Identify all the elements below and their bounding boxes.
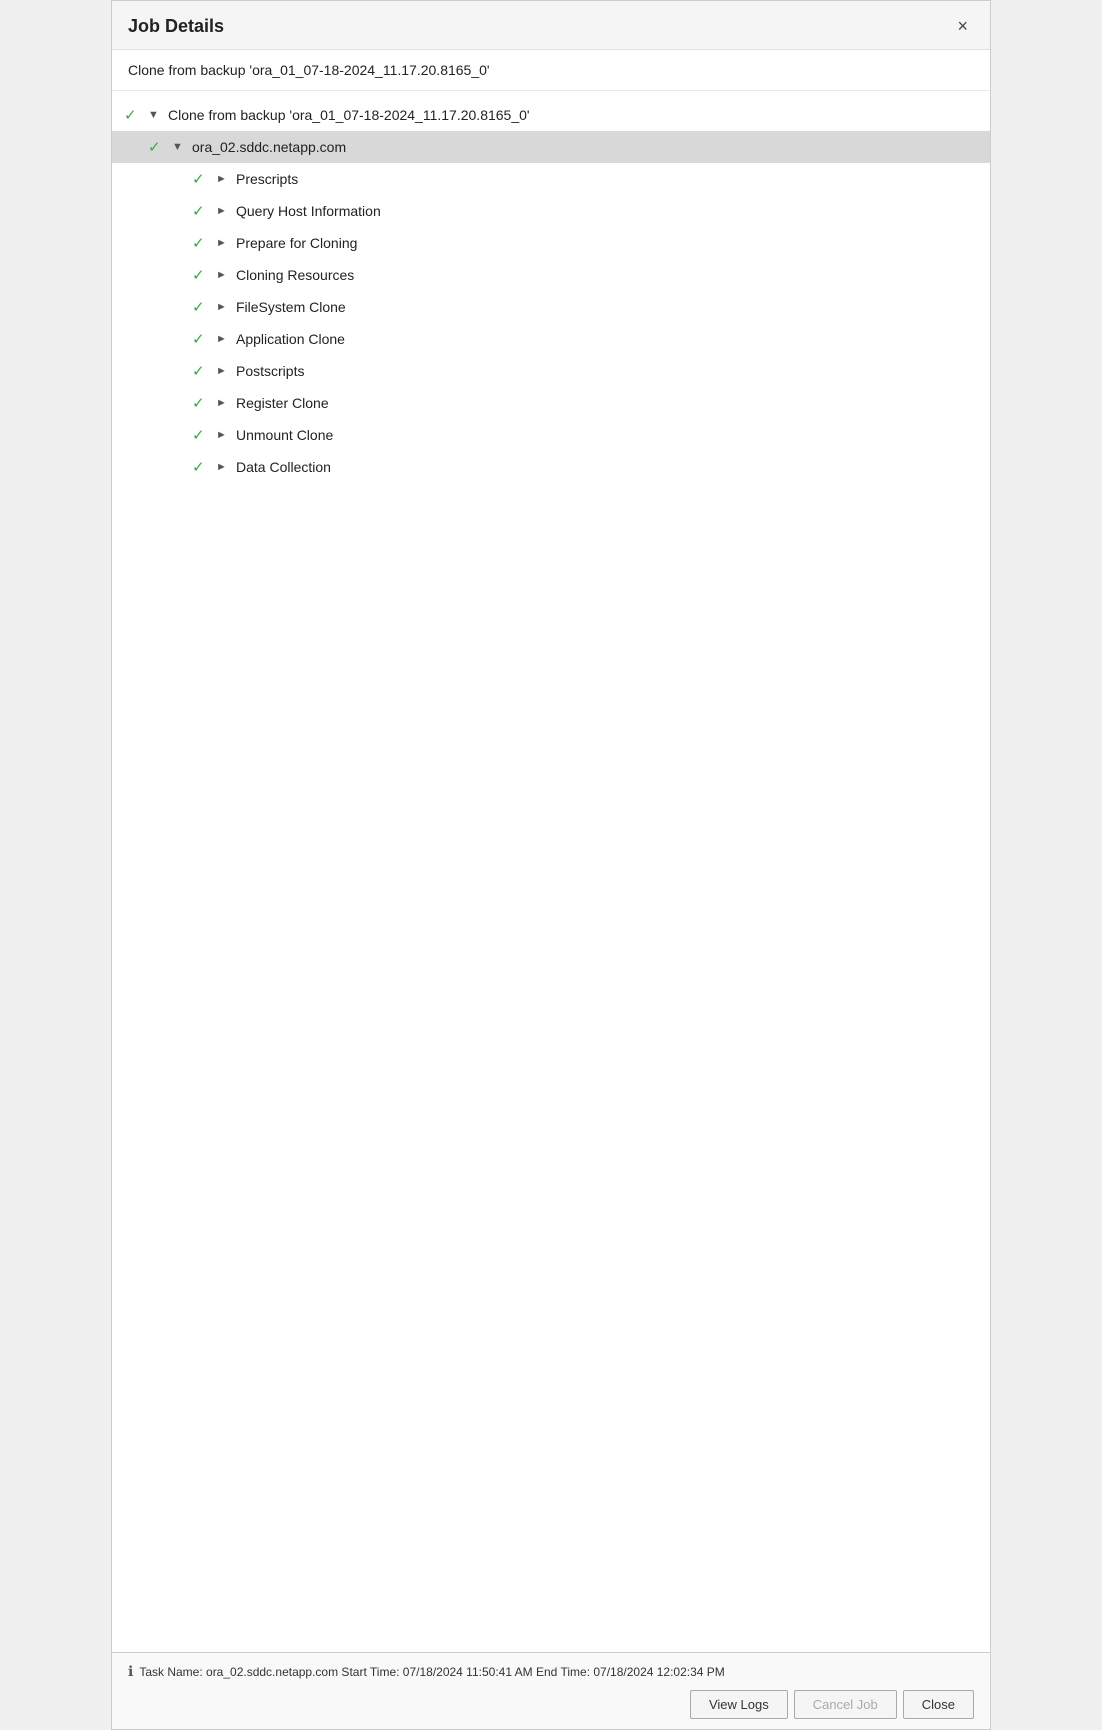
check-icon: ✓ (192, 394, 210, 412)
task-label: Cloning Resources (236, 267, 354, 283)
close-button[interactable]: Close (903, 1690, 974, 1719)
check-icon: ✓ (124, 106, 142, 124)
check-icon: ✓ (192, 202, 210, 220)
dialog-header: Job Details × (112, 1, 990, 50)
close-icon-button[interactable]: × (951, 15, 974, 37)
check-icon: ✓ (192, 234, 210, 252)
task-label: Data Collection (236, 459, 331, 475)
expand-icon[interactable]: ► (216, 333, 230, 345)
check-icon: ✓ (148, 138, 166, 156)
view-logs-button[interactable]: View Logs (690, 1690, 788, 1719)
check-icon: ✓ (192, 170, 210, 188)
task-label: Unmount Clone (236, 427, 333, 443)
task-item-register-clone[interactable]: ✓ ► Register Clone (112, 387, 990, 419)
root-label: Clone from backup 'ora_01_07-18-2024_11.… (168, 107, 530, 123)
task-item-unmount-clone[interactable]: ✓ ► Unmount Clone (112, 419, 990, 451)
tree-host-item[interactable]: ✓ ▼ ora_02.sddc.netapp.com (112, 131, 990, 163)
expand-icon[interactable]: ► (216, 461, 230, 473)
expand-icon[interactable]: ► (216, 205, 230, 217)
expand-icon[interactable]: ► (216, 365, 230, 377)
dialog-footer: ℹ Task Name: ora_02.sddc.netapp.com Star… (112, 1652, 990, 1729)
task-item-prescripts[interactable]: ✓ ► Prescripts (112, 163, 990, 195)
task-label: FileSystem Clone (236, 299, 346, 315)
check-icon: ✓ (192, 426, 210, 444)
job-details-dialog: Job Details × Clone from backup 'ora_01_… (111, 0, 991, 1730)
job-tree: ✓ ▼ Clone from backup 'ora_01_07-18-2024… (112, 91, 990, 1652)
task-label: Prepare for Cloning (236, 235, 357, 251)
task-item-postscripts[interactable]: ✓ ► Postscripts (112, 355, 990, 387)
check-icon: ✓ (192, 298, 210, 316)
tree-root-item[interactable]: ✓ ▼ Clone from backup 'ora_01_07-18-2024… (112, 99, 990, 131)
expand-icon[interactable]: ► (216, 397, 230, 409)
expand-icon[interactable]: ▼ (172, 141, 186, 153)
host-label: ora_02.sddc.netapp.com (192, 139, 346, 155)
task-item-cloning-resources[interactable]: ✓ ► Cloning Resources (112, 259, 990, 291)
info-icon: ℹ (128, 1663, 133, 1680)
cancel-job-button[interactable]: Cancel Job (794, 1690, 897, 1719)
expand-icon[interactable]: ► (216, 269, 230, 281)
task-label: Query Host Information (236, 203, 381, 219)
task-label: Prescripts (236, 171, 298, 187)
task-label: Postscripts (236, 363, 304, 379)
task-label: Application Clone (236, 331, 345, 347)
task-label: Register Clone (236, 395, 329, 411)
expand-icon[interactable]: ► (216, 237, 230, 249)
task-info-text: Task Name: ora_02.sddc.netapp.com Start … (139, 1665, 724, 1679)
check-icon: ✓ (192, 266, 210, 284)
task-item-prepare-cloning[interactable]: ✓ ► Prepare for Cloning (112, 227, 990, 259)
expand-icon[interactable]: ▼ (148, 109, 162, 121)
task-item-filesystem-clone[interactable]: ✓ ► FileSystem Clone (112, 291, 990, 323)
footer-buttons: View Logs Cancel Job Close (128, 1690, 974, 1719)
task-item-query-host[interactable]: ✓ ► Query Host Information (112, 195, 990, 227)
dialog-title: Job Details (128, 16, 224, 37)
task-info: ℹ Task Name: ora_02.sddc.netapp.com Star… (128, 1663, 974, 1680)
check-icon: ✓ (192, 362, 210, 380)
expand-icon[interactable]: ► (216, 173, 230, 185)
check-icon: ✓ (192, 330, 210, 348)
task-item-data-collection[interactable]: ✓ ► Data Collection (112, 451, 990, 483)
task-item-application-clone[interactable]: ✓ ► Application Clone (112, 323, 990, 355)
expand-icon[interactable]: ► (216, 429, 230, 441)
expand-icon[interactable]: ► (216, 301, 230, 313)
dialog-subtitle: Clone from backup 'ora_01_07-18-2024_11.… (112, 50, 990, 91)
check-icon: ✓ (192, 458, 210, 476)
